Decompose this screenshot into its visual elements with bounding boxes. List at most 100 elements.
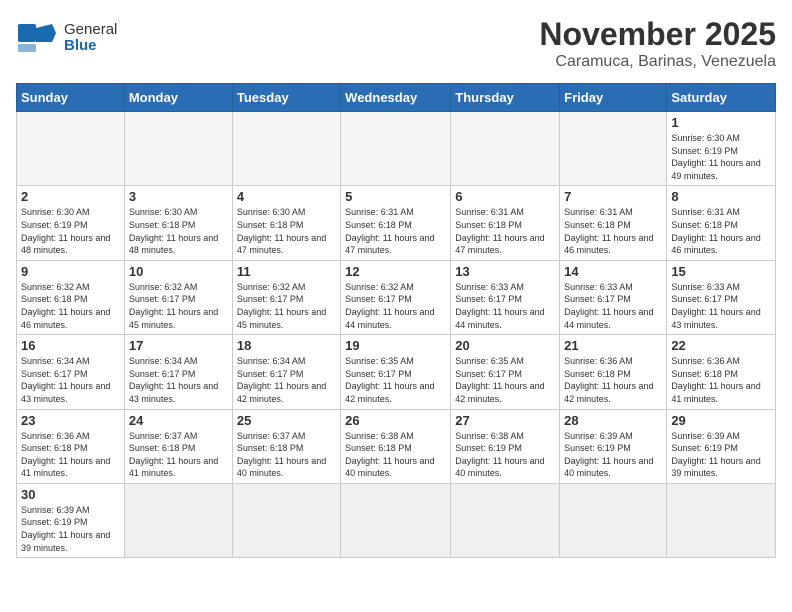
day-number: 17	[129, 338, 228, 353]
day-number: 14	[564, 264, 662, 279]
day-number: 4	[237, 189, 336, 204]
day-info: Sunrise: 6:32 AM Sunset: 6:17 PM Dayligh…	[345, 281, 446, 331]
day-info: Sunrise: 6:34 AM Sunset: 6:17 PM Dayligh…	[21, 355, 120, 405]
calendar-week-2: 2Sunrise: 6:30 AM Sunset: 6:19 PM Daylig…	[17, 186, 776, 260]
calendar-cell: 7Sunrise: 6:31 AM Sunset: 6:18 PM Daylig…	[560, 186, 667, 260]
calendar-cell: 24 Sunrise: 6:37 AM Sunset: 6:18 PM Dayli…	[124, 409, 232, 483]
calendar-cell: 13 Sunrise: 6:33 AM Sunset: 6:17 PM Dayli…	[451, 260, 560, 334]
day-number: 13	[455, 264, 555, 279]
day-info: Sunrise: 6:35 AM Sunset: 6:17 PM Dayligh…	[345, 355, 446, 405]
calendar-week-6: 30Sunrise: 6:39 AM Sunset: 6:19 PM Dayli…	[17, 483, 776, 557]
day-info: Sunrise: 6:34 AM Sunset: 6:17 PM Dayligh…	[237, 355, 336, 405]
day-number: 30	[21, 487, 120, 502]
day-number: 5	[345, 189, 446, 204]
logo-general-text: General	[64, 22, 117, 39]
calendar-cell: 14 Sunrise: 6:33 AM Sunset: 6:17 PM Dayli…	[560, 260, 667, 334]
day-info: Sunrise: 6:32 AM Sunset: 6:18 PM Dayligh…	[21, 281, 120, 331]
calendar-week-4: 16 Sunrise: 6:34 AM Sunset: 6:17 PM Dayli…	[17, 335, 776, 409]
day-info: Sunrise: 6:36 AM Sunset: 6:18 PM Dayligh…	[564, 355, 662, 405]
calendar-week-1: 1 Sunrise: 6:30 AM Sunset: 6:19 PM Daylig…	[17, 112, 776, 186]
day-number: 29	[671, 413, 771, 428]
calendar-cell	[560, 112, 667, 186]
page-header: General Blue November 2025 Caramuca, Bar…	[16, 16, 776, 71]
calendar-cell: 27 Sunrise: 6:38 AM Sunset: 6:19 PM Dayli…	[451, 409, 560, 483]
calendar-cell	[341, 483, 451, 557]
day-number: 21	[564, 338, 662, 353]
calendar-week-5: 23 Sunrise: 6:36 AM Sunset: 6:18 PM Dayli…	[17, 409, 776, 483]
day-info: Sunrise: 6:36 AM Sunset: 6:18 PM Dayligh…	[21, 430, 120, 480]
day-number: 18	[237, 338, 336, 353]
calendar-cell	[124, 483, 232, 557]
day-number: 1	[671, 115, 771, 130]
calendar-cell	[232, 483, 340, 557]
calendar-cell: 26Sunrise: 6:38 AM Sunset: 6:18 PM Dayli…	[341, 409, 451, 483]
calendar-cell: 25Sunrise: 6:37 AM Sunset: 6:18 PM Dayli…	[232, 409, 340, 483]
day-number: 23	[21, 413, 120, 428]
day-header-tuesday: Tuesday	[232, 84, 340, 112]
location: Caramuca, Barinas, Venezuela	[539, 53, 776, 71]
calendar-cell	[667, 483, 776, 557]
day-info: Sunrise: 6:36 AM Sunset: 6:18 PM Dayligh…	[671, 355, 771, 405]
calendar-cell: 19 Sunrise: 6:35 AM Sunset: 6:17 PM Dayli…	[341, 335, 451, 409]
day-info: Sunrise: 6:38 AM Sunset: 6:19 PM Dayligh…	[455, 430, 555, 480]
day-info: Sunrise: 6:33 AM Sunset: 6:17 PM Dayligh…	[455, 281, 555, 331]
day-info: Sunrise: 6:30 AM Sunset: 6:19 PM Dayligh…	[671, 132, 771, 182]
logo-icon	[16, 16, 60, 60]
logo-blue-text: Blue	[64, 38, 117, 55]
calendar-cell	[451, 483, 560, 557]
day-header-saturday: Saturday	[667, 84, 776, 112]
calendar-cell: 16 Sunrise: 6:34 AM Sunset: 6:17 PM Dayli…	[17, 335, 125, 409]
calendar-cell: 8 Sunrise: 6:31 AM Sunset: 6:18 PM Daylig…	[667, 186, 776, 260]
calendar-cell: 11Sunrise: 6:32 AM Sunset: 6:17 PM Dayli…	[232, 260, 340, 334]
calendar-cell	[232, 112, 340, 186]
day-info: Sunrise: 6:32 AM Sunset: 6:17 PM Dayligh…	[129, 281, 228, 331]
calendar-week-3: 9 Sunrise: 6:32 AM Sunset: 6:18 PM Daylig…	[17, 260, 776, 334]
day-number: 27	[455, 413, 555, 428]
day-info: Sunrise: 6:31 AM Sunset: 6:18 PM Dayligh…	[671, 206, 771, 256]
day-header-monday: Monday	[124, 84, 232, 112]
day-number: 15	[671, 264, 771, 279]
day-header-thursday: Thursday	[451, 84, 560, 112]
logo: General Blue	[16, 16, 117, 60]
day-number: 22	[671, 338, 771, 353]
day-header-sunday: Sunday	[17, 84, 125, 112]
day-number: 19	[345, 338, 446, 353]
logo-label: General Blue	[64, 22, 117, 55]
day-info: Sunrise: 6:31 AM Sunset: 6:18 PM Dayligh…	[455, 206, 555, 256]
calendar-cell: 10 Sunrise: 6:32 AM Sunset: 6:17 PM Dayli…	[124, 260, 232, 334]
day-number: 10	[129, 264, 228, 279]
calendar-cell	[451, 112, 560, 186]
calendar-cell: 23 Sunrise: 6:36 AM Sunset: 6:18 PM Dayli…	[17, 409, 125, 483]
day-number: 9	[21, 264, 120, 279]
day-number: 8	[671, 189, 771, 204]
day-info: Sunrise: 6:30 AM Sunset: 6:18 PM Dayligh…	[237, 206, 336, 256]
day-number: 24	[129, 413, 228, 428]
day-info: Sunrise: 6:39 AM Sunset: 6:19 PM Dayligh…	[671, 430, 771, 480]
calendar-cell: 29 Sunrise: 6:39 AM Sunset: 6:19 PM Dayli…	[667, 409, 776, 483]
month-title: November 2025	[539, 16, 776, 53]
day-info: Sunrise: 6:34 AM Sunset: 6:17 PM Dayligh…	[129, 355, 228, 405]
calendar-cell: 17 Sunrise: 6:34 AM Sunset: 6:17 PM Dayli…	[124, 335, 232, 409]
day-number: 3	[129, 189, 228, 204]
day-number: 7	[564, 189, 662, 204]
calendar-table: SundayMondayTuesdayWednesdayThursdayFrid…	[16, 83, 776, 558]
day-header-wednesday: Wednesday	[341, 84, 451, 112]
day-info: Sunrise: 6:33 AM Sunset: 6:17 PM Dayligh…	[671, 281, 771, 331]
calendar-cell: 1 Sunrise: 6:30 AM Sunset: 6:19 PM Daylig…	[667, 112, 776, 186]
calendar-cell: 22 Sunrise: 6:36 AM Sunset: 6:18 PM Dayli…	[667, 335, 776, 409]
day-number: 20	[455, 338, 555, 353]
day-info: Sunrise: 6:37 AM Sunset: 6:18 PM Dayligh…	[129, 430, 228, 480]
day-info: Sunrise: 6:31 AM Sunset: 6:18 PM Dayligh…	[345, 206, 446, 256]
calendar-cell: 6Sunrise: 6:31 AM Sunset: 6:18 PM Daylig…	[451, 186, 560, 260]
day-info: Sunrise: 6:33 AM Sunset: 6:17 PM Dayligh…	[564, 281, 662, 331]
day-number: 16	[21, 338, 120, 353]
calendar-header-row: SundayMondayTuesdayWednesdayThursdayFrid…	[17, 84, 776, 112]
calendar-cell: 30Sunrise: 6:39 AM Sunset: 6:19 PM Dayli…	[17, 483, 125, 557]
calendar-cell	[560, 483, 667, 557]
calendar-cell: 3Sunrise: 6:30 AM Sunset: 6:18 PM Daylig…	[124, 186, 232, 260]
day-number: 11	[237, 264, 336, 279]
day-info: Sunrise: 6:30 AM Sunset: 6:19 PM Dayligh…	[21, 206, 120, 256]
calendar-cell: 18 Sunrise: 6:34 AM Sunset: 6:17 PM Dayli…	[232, 335, 340, 409]
calendar-cell: 4 Sunrise: 6:30 AM Sunset: 6:18 PM Daylig…	[232, 186, 340, 260]
calendar-cell: 5 Sunrise: 6:31 AM Sunset: 6:18 PM Daylig…	[341, 186, 451, 260]
